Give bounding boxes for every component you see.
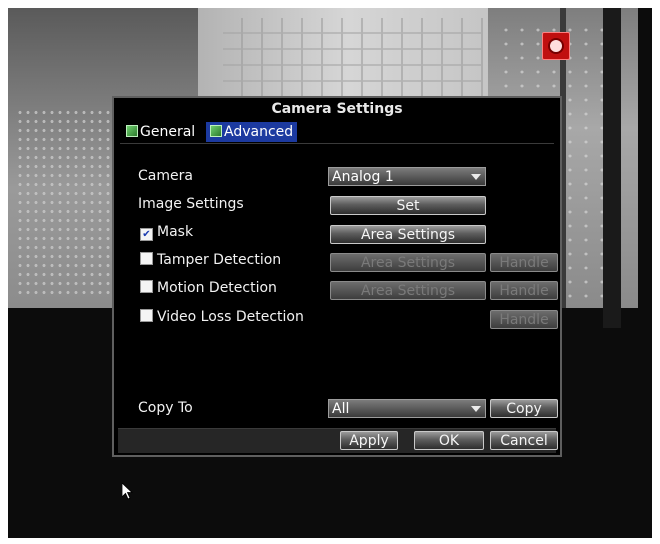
tamper-area-settings-button[interactable]: Area Settings <box>330 253 486 272</box>
camera-select-value: Analog 1 <box>332 169 394 185</box>
motion-area-settings-button[interactable]: Area Settings <box>330 281 486 300</box>
tab-icon <box>126 125 138 137</box>
mask-checkbox-row[interactable]: ✔ Mask <box>140 222 193 242</box>
copy-button[interactable]: Copy <box>490 399 558 418</box>
tamper-label: Tamper Detection <box>157 252 282 268</box>
copy-to-label: Copy To <box>138 400 193 416</box>
mouse-cursor-icon <box>122 483 134 500</box>
image-settings-label: Image Settings <box>138 196 244 212</box>
tab-label: General <box>140 124 196 140</box>
cancel-button[interactable]: Cancel <box>490 431 558 450</box>
tab-icon <box>210 125 222 137</box>
video-loss-checkbox-row[interactable]: Video Loss Detection <box>140 307 304 327</box>
set-button[interactable]: Set <box>330 196 486 215</box>
motion-handle-button[interactable]: Handle <box>490 281 558 300</box>
scene-pole <box>603 8 621 328</box>
camera-select[interactable]: Analog 1 <box>328 167 486 186</box>
motion-label: Motion Detection <box>157 280 277 296</box>
tab-divider <box>120 143 554 144</box>
tab-general[interactable]: General <box>122 122 199 142</box>
camera-label: Camera <box>138 168 193 184</box>
scene-building-texture <box>223 18 483 98</box>
tab-label: Advanced <box>224 124 294 140</box>
tamper-checkbox[interactable] <box>140 252 153 265</box>
record-indicator-icon <box>542 32 570 60</box>
motion-checkbox-row[interactable]: Motion Detection <box>140 278 277 298</box>
apply-button[interactable]: Apply <box>340 431 398 450</box>
copy-to-select[interactable]: All <box>328 399 486 418</box>
dropdown-arrow-icon <box>471 174 481 180</box>
mask-checkbox[interactable]: ✔ <box>140 228 153 241</box>
copy-to-select-value: All <box>332 401 350 417</box>
dialog-title: Camera Settings <box>271 101 403 117</box>
tamper-checkbox-row[interactable]: Tamper Detection <box>140 250 281 270</box>
video-loss-handle-button[interactable]: Handle <box>490 310 558 329</box>
tamper-handle-button[interactable]: Handle <box>490 253 558 272</box>
camera-settings-dialog: Camera Settings General Advanced Camera … <box>112 96 562 457</box>
video-loss-checkbox[interactable] <box>140 309 153 322</box>
tab-advanced[interactable]: Advanced <box>206 122 298 142</box>
dropdown-arrow-icon <box>471 406 481 412</box>
ok-button[interactable]: OK <box>414 431 484 450</box>
mask-area-settings-button[interactable]: Area Settings <box>330 225 486 244</box>
video-loss-label: Video Loss Detection <box>157 309 304 325</box>
motion-checkbox[interactable] <box>140 280 153 293</box>
mask-label: Mask <box>157 224 194 240</box>
